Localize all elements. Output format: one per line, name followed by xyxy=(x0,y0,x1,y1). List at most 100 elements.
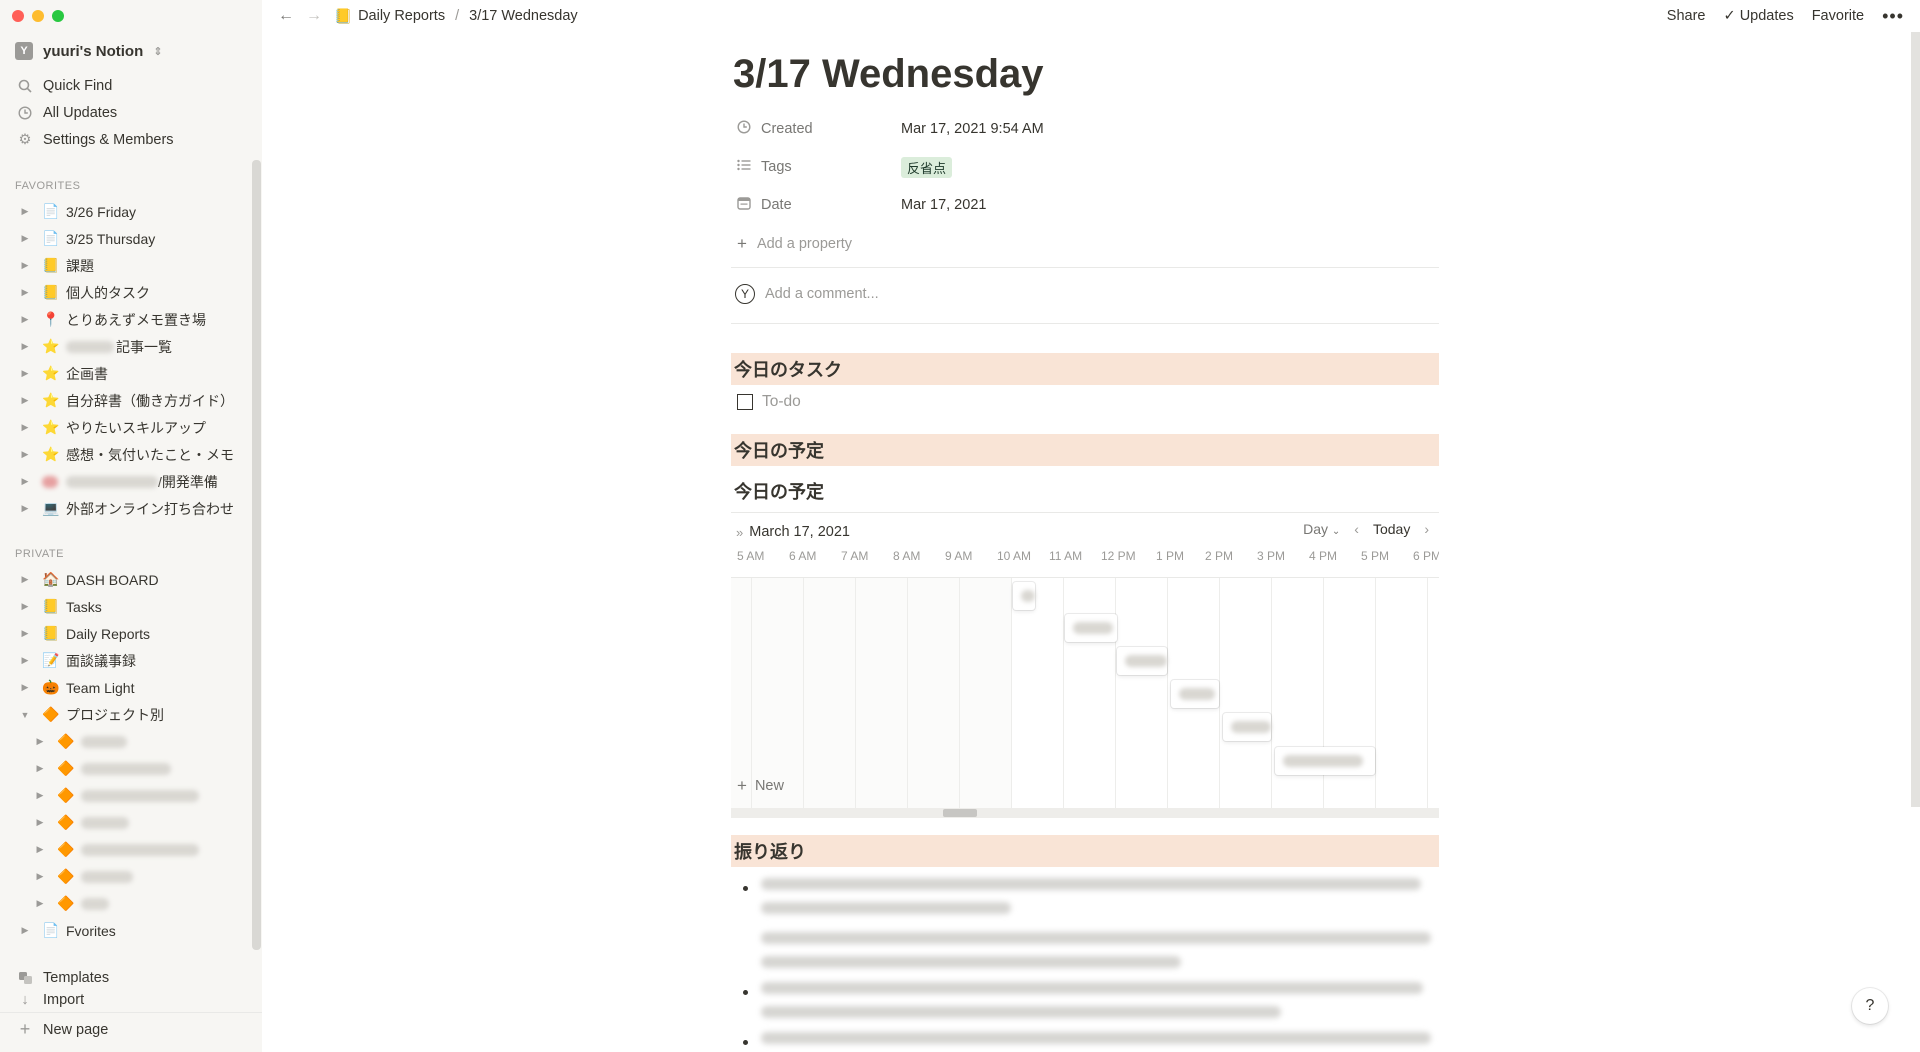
minimize-window-button[interactable] xyxy=(32,10,44,22)
property-created[interactable]: Created Mar 17, 2021 9:54 AM xyxy=(737,114,1437,144)
sidebar-item-personal-tasks[interactable]: ▶ 📒 個人的タスク xyxy=(0,279,250,306)
sidebar-subitem-project[interactable]: ▶ 🔶 xyxy=(0,863,250,890)
sidebar-item-proposal[interactable]: ▶ ⭐ 企画書 xyxy=(0,360,250,387)
expand-arrow-icon[interactable]: ▶ xyxy=(18,233,32,244)
forward-arrow-icon[interactable]: → xyxy=(306,7,322,25)
favorite-button[interactable]: Favorite xyxy=(1812,8,1864,24)
sidebar-item-self-dictionary[interactable]: ▶ ⭐ 自分辞書（働き方ガイド） xyxy=(0,387,250,414)
expand-arrow-icon[interactable]: ▶ xyxy=(18,601,32,612)
back-arrow-icon[interactable]: ← xyxy=(278,7,294,25)
page-scrollbar[interactable] xyxy=(1911,32,1920,807)
property-date[interactable]: Date Mar 17, 2021 xyxy=(737,190,1437,220)
timeline-new-button[interactable]: + New xyxy=(737,776,784,796)
timeline-event-card[interactable] xyxy=(1275,747,1375,775)
workspace-switcher[interactable]: Y yuuri's Notion ⇕ xyxy=(15,42,162,60)
sidebar-item-articles[interactable]: ▶ ⭐ 記事一覧 xyxy=(0,333,250,360)
sidebar-item-kadai[interactable]: ▶ 📒 課題 xyxy=(0,252,250,279)
expand-arrow-icon[interactable]: ▶ xyxy=(18,341,32,352)
todo-item[interactable]: To-do xyxy=(737,393,801,411)
sidebar-item-daily-reports[interactable]: ▶ 📒 Daily Reports xyxy=(0,620,250,647)
sidebar-item-dev-prep[interactable]: ▶ /開発準備 xyxy=(0,468,250,495)
chevron-left-icon[interactable]: ‹ xyxy=(1354,521,1359,537)
sidebar-item-impressions[interactable]: ▶ ⭐ 感想・気付いたこと・メモ xyxy=(0,441,250,468)
sidebar-subitem-project[interactable]: ▶ 🔶 xyxy=(0,728,250,755)
sidebar-item-skill-up[interactable]: ▶ ⭐ やりたいスキルアップ xyxy=(0,414,250,441)
all-updates-item[interactable]: All Updates xyxy=(0,99,250,126)
sidebar-subitem-project[interactable]: ▶ 🔶 xyxy=(0,836,250,863)
new-page-button[interactable]: + New page xyxy=(0,1016,250,1043)
sidebar-item-external-meetings[interactable]: ▶ 💻 外部オンライン打ち合わせ xyxy=(0,495,250,522)
heading-schedule[interactable]: 今日の予定 xyxy=(731,434,1439,466)
share-button[interactable]: Share xyxy=(1667,8,1706,24)
expand-arrow-icon[interactable]: ▶ xyxy=(18,449,32,460)
heading-tasks[interactable]: 今日のタスク xyxy=(731,353,1439,385)
breadcrumb-parent[interactable]: 📒 Daily Reports xyxy=(334,8,445,25)
comment-input[interactable]: Y Add a comment... xyxy=(735,284,879,304)
sidebar-item-tasks[interactable]: ▶ 📒 Tasks xyxy=(0,593,250,620)
sidebar-subitem-project[interactable]: ▶ 🔶 xyxy=(0,809,250,836)
timeline-event-card[interactable] xyxy=(1117,647,1167,675)
expand-arrow-icon[interactable]: ▶ xyxy=(33,817,47,828)
timeline-event-card[interactable] xyxy=(1065,614,1117,642)
expand-arrow-icon[interactable]: ▶ xyxy=(18,287,32,298)
tag-badge[interactable]: 反省点 xyxy=(901,156,953,178)
breadcrumb-current[interactable]: 3/17 Wednesday xyxy=(469,8,578,24)
expand-arrow-icon[interactable]: ▶ xyxy=(33,844,47,855)
page-title[interactable]: 3/17 Wednesday xyxy=(733,52,1044,97)
sidebar-item-by-project[interactable]: ▼ 🔶 プロジェクト別 xyxy=(0,701,250,728)
expand-arrow-icon[interactable]: ▶ xyxy=(18,368,32,379)
double-chevron-icon[interactable]: » xyxy=(736,525,743,540)
property-tags[interactable]: Tags 反省点 xyxy=(737,152,1437,182)
sidebar-item-team-light[interactable]: ▶ 🎃 Team Light xyxy=(0,674,250,701)
zoom-window-button[interactable] xyxy=(52,10,64,22)
add-property-button[interactable]: + Add a property xyxy=(737,229,1437,259)
expand-arrow-icon[interactable]: ▶ xyxy=(18,395,32,406)
expand-arrow-icon[interactable]: ▶ xyxy=(33,790,47,801)
help-button[interactable]: ? xyxy=(1852,988,1888,1024)
expand-arrow-icon[interactable]: ▶ xyxy=(18,314,32,325)
expand-arrow-icon[interactable]: ▶ xyxy=(18,655,32,666)
import-item[interactable]: ↓ Import xyxy=(0,991,250,1009)
expand-arrow-icon[interactable]: ▶ xyxy=(18,628,32,639)
expand-arrow-icon[interactable]: ▶ xyxy=(33,763,47,774)
sidebar-item-interview-minutes[interactable]: ▶ 📝 面談議事録 xyxy=(0,647,250,674)
timeline-grid[interactable]: + New xyxy=(731,577,1439,808)
expand-arrow-icon[interactable]: ▶ xyxy=(18,260,32,271)
sidebar-subitem-project[interactable]: ▶ 🔶 xyxy=(0,890,250,917)
expand-arrow-icon[interactable]: ▶ xyxy=(18,422,32,433)
expand-arrow-icon[interactable]: ▶ xyxy=(33,898,47,909)
sidebar-item-memo-place[interactable]: ▶ 📍 とりあえずメモ置き場 xyxy=(0,306,250,333)
expand-arrow-icon[interactable]: ▶ xyxy=(18,206,32,217)
sidebar-item-3-25-thursday[interactable]: ▶ 📄 3/25 Thursday xyxy=(0,225,250,252)
heading-review[interactable]: 振り返り xyxy=(731,835,1439,867)
expand-arrow-icon[interactable]: ▶ xyxy=(33,736,47,747)
timeline-scrollbar[interactable] xyxy=(731,808,1439,818)
zoom-mode-select[interactable]: Day ⌄ xyxy=(1303,521,1340,537)
sidebar-scrollbar[interactable] xyxy=(252,160,261,950)
updates-button[interactable]: ✓ Updates xyxy=(1724,8,1794,24)
list-item[interactable] xyxy=(731,1032,1439,1045)
timeline-event-card[interactable] xyxy=(1171,680,1219,708)
expand-arrow-icon[interactable]: ▶ xyxy=(18,574,32,585)
more-options-icon[interactable]: ••• xyxy=(1882,6,1904,27)
scrollbar-thumb[interactable] xyxy=(943,809,977,817)
quick-find-item[interactable]: Quick Find xyxy=(0,72,250,99)
collapse-arrow-icon[interactable]: ▼ xyxy=(18,710,32,720)
expand-arrow-icon[interactable]: ▶ xyxy=(18,925,32,936)
sidebar-subitem-project[interactable]: ▶ 🔶 xyxy=(0,755,250,782)
expand-arrow-icon[interactable]: ▶ xyxy=(18,503,32,514)
expand-arrow-icon[interactable]: ▶ xyxy=(33,871,47,882)
database-title[interactable]: 今日の予定 xyxy=(734,478,824,504)
today-button[interactable]: Today xyxy=(1373,521,1410,537)
expand-arrow-icon[interactable]: ▶ xyxy=(18,682,32,693)
settings-members-item[interactable]: ⚙ Settings & Members xyxy=(0,126,250,153)
list-item[interactable] xyxy=(731,878,1439,968)
timeline-event-card[interactable] xyxy=(1223,713,1271,741)
sidebar-item-3-26-friday[interactable]: ▶ 📄 3/26 Friday xyxy=(0,198,250,225)
close-window-button[interactable] xyxy=(12,10,24,22)
checkbox[interactable] xyxy=(737,394,753,410)
list-item[interactable] xyxy=(731,982,1439,1018)
chevron-right-icon[interactable]: › xyxy=(1424,521,1429,537)
sidebar-item-dashboard[interactable]: ▶ 🏠 DASH BOARD xyxy=(0,566,250,593)
expand-arrow-icon[interactable]: ▶ xyxy=(18,476,32,487)
